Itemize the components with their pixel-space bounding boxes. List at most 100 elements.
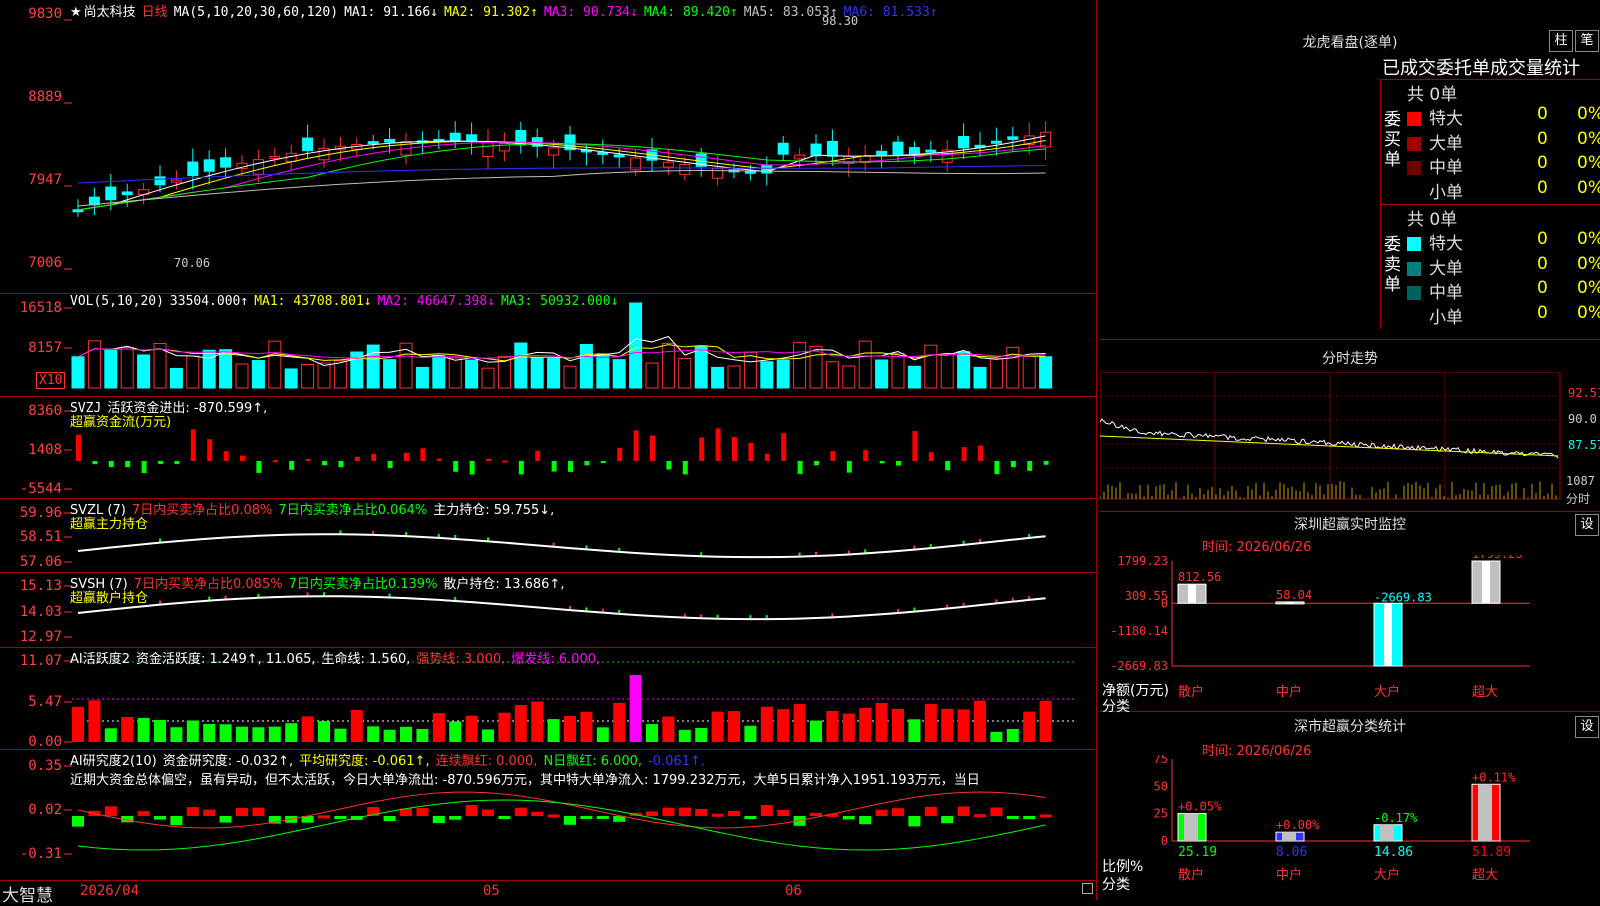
- svzl-t3: 主力持仓: 59.755↓,: [433, 503, 555, 518]
- activity-bar: [137, 717, 150, 742]
- ai-active-pane[interactable]: 11.07 5.47 0.00 AI活跃度2 资金活跃度: 1.249↑, 11.…: [0, 648, 1097, 750]
- classify-title: 深市超赢分类统计: [1294, 719, 1406, 735]
- volume-bar: [924, 344, 938, 389]
- x-label-jun: 06: [785, 883, 802, 899]
- volume-pane[interactable]: 16518 8157 X10 VOL(5,10,20) 33504.000↑ MA1…: [0, 294, 1097, 397]
- activity-bar: [252, 727, 265, 742]
- vol-value: 33504.000↑: [169, 294, 249, 309]
- monitor-chart[interactable]: 1799.23309.550-1180.14-2669.83812.56散户58…: [1100, 555, 1600, 712]
- activity-bar: [596, 727, 609, 742]
- research-bar: [170, 816, 183, 826]
- lock-icon[interactable]: [1082, 883, 1093, 894]
- flow-bar: [748, 442, 754, 461]
- order-size-label: 特大: [1429, 109, 1463, 129]
- research-bar: [695, 808, 708, 816]
- research-bar: [564, 816, 576, 825]
- volume-bar: [858, 340, 872, 389]
- intraday-chart[interactable]: [1100, 372, 1600, 512]
- flow-bar: [682, 461, 688, 475]
- svzl-pane[interactable]: 59.96 58.51 57.06 SVZL (7) 7日内买卖净占比0.08% 7…: [0, 499, 1097, 573]
- order-count: 0: [1537, 177, 1548, 198]
- candle: [990, 140, 1002, 144]
- kline-ytick: 7006: [28, 255, 62, 271]
- svzl-t2: 7日内买卖净占比0.064%: [278, 503, 428, 518]
- volume-bar: [875, 359, 889, 389]
- volume-bar: [235, 363, 249, 389]
- monitor-title: 深圳超赢实时监控: [1294, 517, 1406, 533]
- flow-bar: [207, 439, 213, 461]
- kline-chart[interactable]: [0, 0, 1097, 294]
- pen-view-button[interactable]: 笔: [1575, 30, 1599, 52]
- air-t5: -0.061↑,: [648, 754, 705, 769]
- flow-bar: [502, 460, 508, 463]
- flow-bar: [174, 461, 180, 465]
- flow-bar: [289, 461, 295, 470]
- activity-bar: [1023, 711, 1036, 742]
- classify-settings-button[interactable]: 设: [1575, 716, 1599, 738]
- flow-bar: [535, 450, 541, 461]
- flow-bar: [994, 461, 1000, 475]
- flow-bar: [322, 461, 327, 466]
- stock-name[interactable]: 尚太科技: [84, 5, 136, 20]
- volume-bar: [481, 367, 495, 389]
- classify-chart[interactable]: 75 50 25 0 +0.05% 25.19 散户 +0.00% 8.06 中户 -0.17% 14…: [1100, 755, 1600, 900]
- kline-pane[interactable]: 9830 8889 7947 7006 ★ 尚太科技 日线 MA(5,10,20,30…: [0, 0, 1097, 294]
- aia-t1: 资金活跃度: 1.249↑, 11.065,: [136, 652, 316, 667]
- research-bar: [1023, 816, 1036, 820]
- volume-bar: [612, 359, 626, 389]
- volume-bar: [284, 368, 298, 389]
- flow-bar: [797, 461, 803, 474]
- classify-cat-label: 大户: [1374, 867, 1400, 883]
- cls-ytick: 0: [1161, 834, 1168, 848]
- ma6-line: [77, 165, 1046, 184]
- candle: [679, 163, 691, 175]
- svzl-ytick: 57.06: [19, 554, 62, 570]
- vol-ytick: 16518: [19, 300, 62, 316]
- period-label[interactable]: 日线: [142, 5, 168, 20]
- buy-total: 共 0单: [1407, 85, 1458, 105]
- vol-title: VOL(5,10,20): [70, 294, 164, 309]
- research-bar: [777, 810, 790, 816]
- candle: [367, 141, 379, 145]
- classify-change-label: +0.05%: [1178, 799, 1222, 813]
- svzj-pane[interactable]: 8360 1408 -5544 SVZJ 活跃资金进出: -870.599↑, 超…: [0, 397, 1097, 499]
- order-row: 大单 0 0%: [1407, 129, 1600, 154]
- flow-bar: [666, 461, 672, 470]
- color-swatch: [1407, 136, 1421, 151]
- activity-bar: [285, 723, 298, 742]
- star-icon[interactable]: ★: [70, 5, 82, 20]
- flow-bar: [158, 461, 163, 464]
- research-bar: [236, 807, 248, 816]
- volume-bar: [432, 354, 446, 389]
- candle: [1007, 136, 1019, 140]
- activity-bar: [514, 705, 527, 742]
- candle: [876, 150, 888, 157]
- monitor-cat-label: 散户: [1178, 684, 1204, 700]
- tab-filled[interactable]: 已成交: [1382, 58, 1436, 79]
- volume-bar: [333, 360, 347, 389]
- candle: [777, 142, 789, 155]
- candle: [482, 141, 494, 158]
- mon-ytick: 0: [1161, 596, 1168, 610]
- ma-label: MA(5,10,20,30,60,120): [173, 5, 339, 20]
- sell-side-label: 委卖单: [1384, 235, 1401, 295]
- svsh-pane[interactable]: 15.13 14.03 12.97 SVSH (7) 7日内买卖净占比0.085%…: [0, 573, 1097, 648]
- research-bar: [892, 808, 904, 816]
- activity-bar: [711, 711, 724, 742]
- ai-research-pane[interactable]: 0.35 0.02 -0.31 AI研究度2(10) 资金研究度: -0.032↑…: [0, 750, 1097, 880]
- research-bar: [482, 809, 494, 816]
- color-swatch: [1407, 161, 1421, 175]
- tab-orders[interactable]: 委托单: [1436, 58, 1490, 79]
- activity-bar: [318, 721, 330, 742]
- volume-chart[interactable]: [0, 294, 1097, 397]
- flow-bar: [945, 461, 951, 471]
- tab-volume-stats[interactable]: 成交量统计: [1490, 58, 1580, 79]
- classify-value-label: 14.86: [1374, 845, 1413, 860]
- monitor-settings-button[interactable]: 设: [1575, 514, 1599, 536]
- activity-bar: [121, 716, 134, 742]
- mon-ytick: 1799.23: [1117, 555, 1168, 568]
- research-bar: [186, 807, 199, 816]
- svsh-t3: 散户持仓: 13.686↑,: [443, 577, 565, 592]
- activity-bar: [908, 719, 921, 742]
- bar-view-button[interactable]: 柱: [1549, 30, 1573, 52]
